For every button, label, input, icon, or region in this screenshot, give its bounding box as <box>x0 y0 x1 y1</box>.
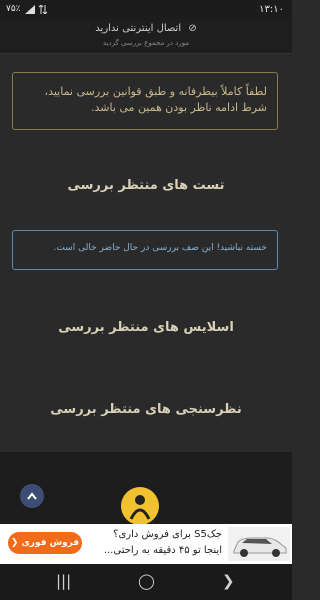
ad-subline: اینجا تو ۴۵ دقیقه به راحتی... <box>103 545 222 556</box>
pending-tests-title: تست های منتظر بررسی <box>67 178 225 193</box>
battery-level: ۷۵٪ <box>6 4 21 14</box>
offline-subtext: مورد در مجموع بررسی گردید <box>102 39 190 47</box>
ad-headline: جکS5 برای فروش داری؟ <box>113 529 222 540</box>
app-logo <box>121 487 159 525</box>
scroll-to-top-button[interactable] <box>20 484 44 508</box>
pending-slices-title: اسلایس های منتظر بررسی <box>58 320 234 335</box>
review-rules-notice: لطفاً کاملاً بیطرفانه و طبق قوانین بررسی… <box>12 72 278 130</box>
data-arrows-icon <box>38 4 47 14</box>
car-image <box>228 527 290 561</box>
empty-queue-notice: خسته نباشید! این صف بررسی در حال حاضر خا… <box>12 230 278 270</box>
status-icons: ۷۵٪ <box>6 4 47 14</box>
system-nav-bar: ||| ◯ ❯ <box>0 564 292 600</box>
chevron-up-icon <box>27 492 37 500</box>
status-bar: ۷۵٪ ۱۳:۱۰ <box>0 0 292 20</box>
offline-message: اتصال اینترنتی ندارید <box>95 23 182 34</box>
back-icon[interactable]: ❯ <box>222 572 235 590</box>
chevron-left-icon: ❮ <box>10 538 19 548</box>
clock: ۱۳:۱۰ <box>259 4 284 15</box>
ad-banner[interactable]: جکS5 برای فروش داری؟ اینجا تو ۴۵ دقیقه ب… <box>0 524 292 564</box>
recent-apps-icon[interactable]: ||| <box>56 572 71 590</box>
offline-banner: اتصال اینترنتی ندارید ⊘ مورد در مجموع بر… <box>0 20 292 54</box>
instant-sale-label: فروش فوری <box>21 538 80 548</box>
instant-sale-button[interactable]: فروش فوری ❮ <box>8 532 82 554</box>
offline-message-row: اتصال اینترنتی ندارید ⊘ <box>0 23 292 34</box>
pending-surveys-title: نظرسنجی های منتظر بررسی <box>50 402 242 417</box>
logo-mark-icon <box>129 495 151 520</box>
home-icon[interactable]: ◯ <box>138 572 155 590</box>
cloud-off-icon: ⊘ <box>188 23 197 34</box>
signal-icon <box>24 4 35 14</box>
